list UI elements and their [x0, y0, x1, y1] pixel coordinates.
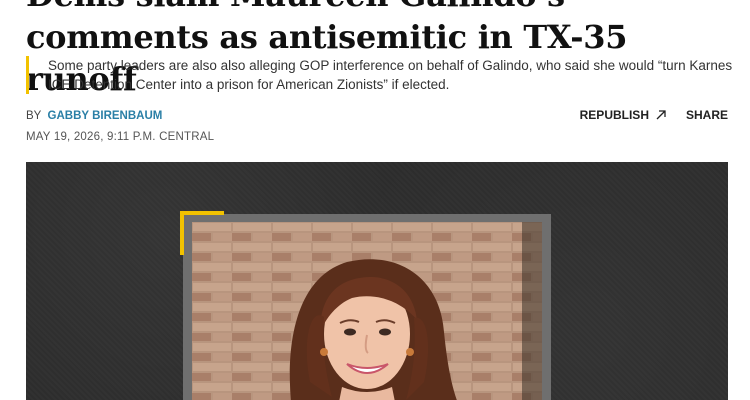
- publish-date: MAY 19, 2026, 9:11 P.M. CENTRAL: [26, 131, 215, 143]
- republish-label: REPUBLISH: [579, 108, 649, 122]
- portrait-frame: [180, 211, 551, 400]
- author-link[interactable]: GABBY BIRENBAUM: [48, 110, 163, 122]
- arrow-up-right-icon: [656, 110, 666, 120]
- hero-image: [26, 162, 728, 400]
- share-button[interactable]: SHARE: [686, 108, 728, 122]
- byline-prefix: BY: [26, 110, 42, 122]
- republish-button[interactable]: REPUBLISH: [580, 108, 667, 122]
- article-dek: Some party leaders are also also allegin…: [26, 56, 748, 94]
- article-actions: REPUBLISH SHARE: [580, 108, 728, 122]
- portrait-illustration: [192, 222, 542, 400]
- byline: BY GABBY BIRENBAUM: [26, 110, 162, 122]
- portrait-photo: [192, 222, 542, 400]
